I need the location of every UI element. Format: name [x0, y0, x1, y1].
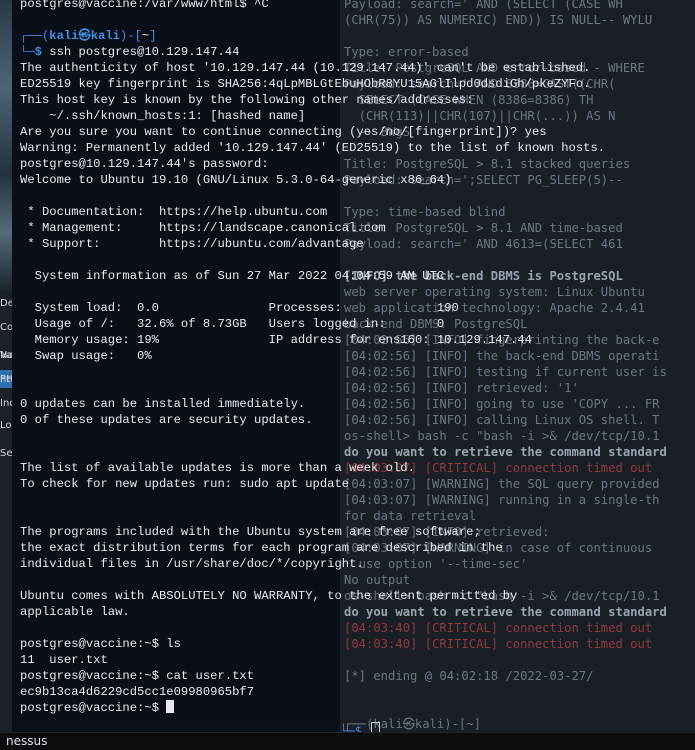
terminal-session-output: The authenticity of host '10.129.147.44 …: [20, 61, 606, 699]
taskbar: nessus: [0, 732, 695, 750]
devtools-label: Cookies: [0, 322, 12, 333]
prompt-end: ]: [149, 29, 157, 43]
background-terminal-prompt: └─$: [340, 722, 381, 732]
devtools-label: Value: [0, 350, 12, 361]
devtools-label: Debugger: [0, 298, 12, 309]
devtools-label: Indexed DB: [0, 398, 12, 409]
main-terminal-window[interactable]: postgres@vaccine:/var/www/html$ ^C ┌──(k…: [12, 0, 605, 722]
terminal-cursor: [166, 700, 175, 713]
ssh-command: ssh postgres@10.129.147.44: [41, 45, 240, 59]
terminal-output: postgres@vaccine:/var/www/html$ ^C ┌──(k…: [20, 0, 605, 716]
prompt-arrow: └─$: [20, 45, 42, 59]
browser-devtools-window[interactable]: DebuggerNameValueCookieshttps://10.129.1…: [0, 0, 12, 732]
prompt-user: kali㉿kali: [49, 29, 120, 43]
devtools-label: PHPSESSID: [0, 374, 12, 385]
prompt-head: ┌──(: [20, 29, 50, 43]
terminal-top-line: postgres@vaccine:/var/www/html$ ^C: [20, 0, 269, 11]
devtools-label: Session Storage: [0, 448, 12, 459]
final-prompt: postgres@vaccine:~$: [20, 701, 167, 715]
background-terminal-cursor: [371, 722, 381, 732]
devtools-label: Local Storage: [0, 420, 12, 431]
prompt-mid: )-[: [119, 29, 142, 43]
desktop-wallpaper: [0, 0, 12, 290]
taskbar-window-label[interactable]: nessus: [6, 733, 47, 750]
